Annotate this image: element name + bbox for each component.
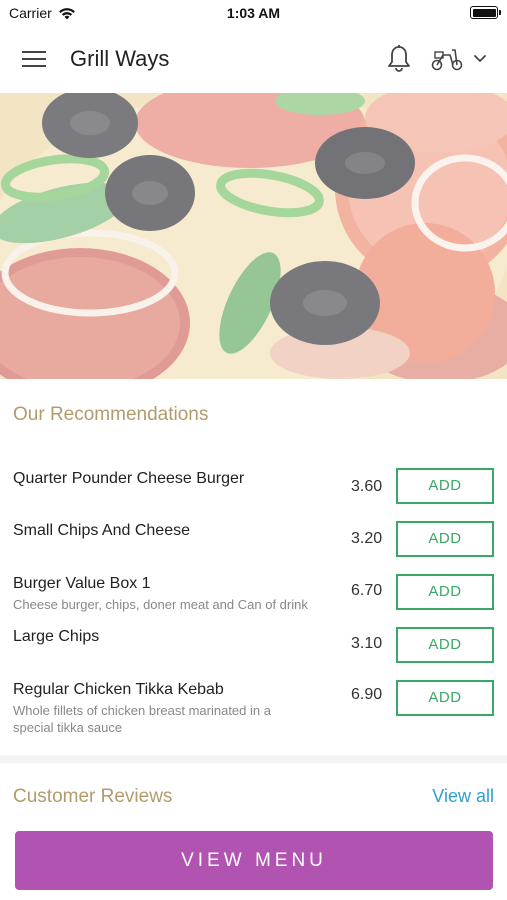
- item-description: Cheese burger, chips, doner meat and Can…: [13, 597, 308, 612]
- add-button[interactable]: ADD: [396, 468, 494, 504]
- view-menu-button[interactable]: VIEW MENU: [15, 831, 493, 890]
- item-description: Whole fillets of chicken breast marinate…: [13, 703, 271, 735]
- add-button[interactable]: ADD: [396, 680, 494, 716]
- item-price: 3.10: [351, 635, 383, 652]
- add-button[interactable]: ADD: [396, 521, 494, 557]
- item-price: 3.60: [351, 478, 383, 495]
- scooter-icon[interactable]: [430, 46, 464, 72]
- status-bar: Carrier 1:03 AM: [0, 0, 507, 26]
- reviews-title: Customer Reviews: [13, 786, 173, 807]
- view-all-link[interactable]: View all: [432, 786, 494, 807]
- clock: 1:03 AM: [226, 5, 281, 21]
- item-price: 6.70: [351, 582, 383, 599]
- item-name: Regular Chicken Tikka Kebab: [13, 681, 224, 698]
- chevron-down-icon[interactable]: [472, 52, 488, 66]
- item-name: Small Chips And Cheese: [13, 522, 190, 539]
- item-price: 6.90: [351, 686, 383, 703]
- app-header: Grill Ways: [0, 26, 507, 93]
- item-price: 3.20: [351, 530, 383, 547]
- item-name: Burger Value Box 1: [13, 575, 151, 592]
- section-divider: [0, 755, 507, 763]
- item-name: Large Chips: [13, 628, 100, 645]
- recommendations-title: Our Recommendations: [13, 404, 209, 425]
- add-button[interactable]: ADD: [396, 627, 494, 663]
- menu-icon[interactable]: [22, 49, 48, 69]
- bell-icon[interactable]: [385, 44, 413, 74]
- item-name: Quarter Pounder Cheese Burger: [13, 470, 245, 487]
- pizza-image: [0, 93, 507, 379]
- page-title: Grill Ways: [70, 46, 170, 71]
- add-button[interactable]: ADD: [396, 574, 494, 610]
- hero-image: [0, 93, 507, 379]
- battery-icon: [470, 6, 501, 19]
